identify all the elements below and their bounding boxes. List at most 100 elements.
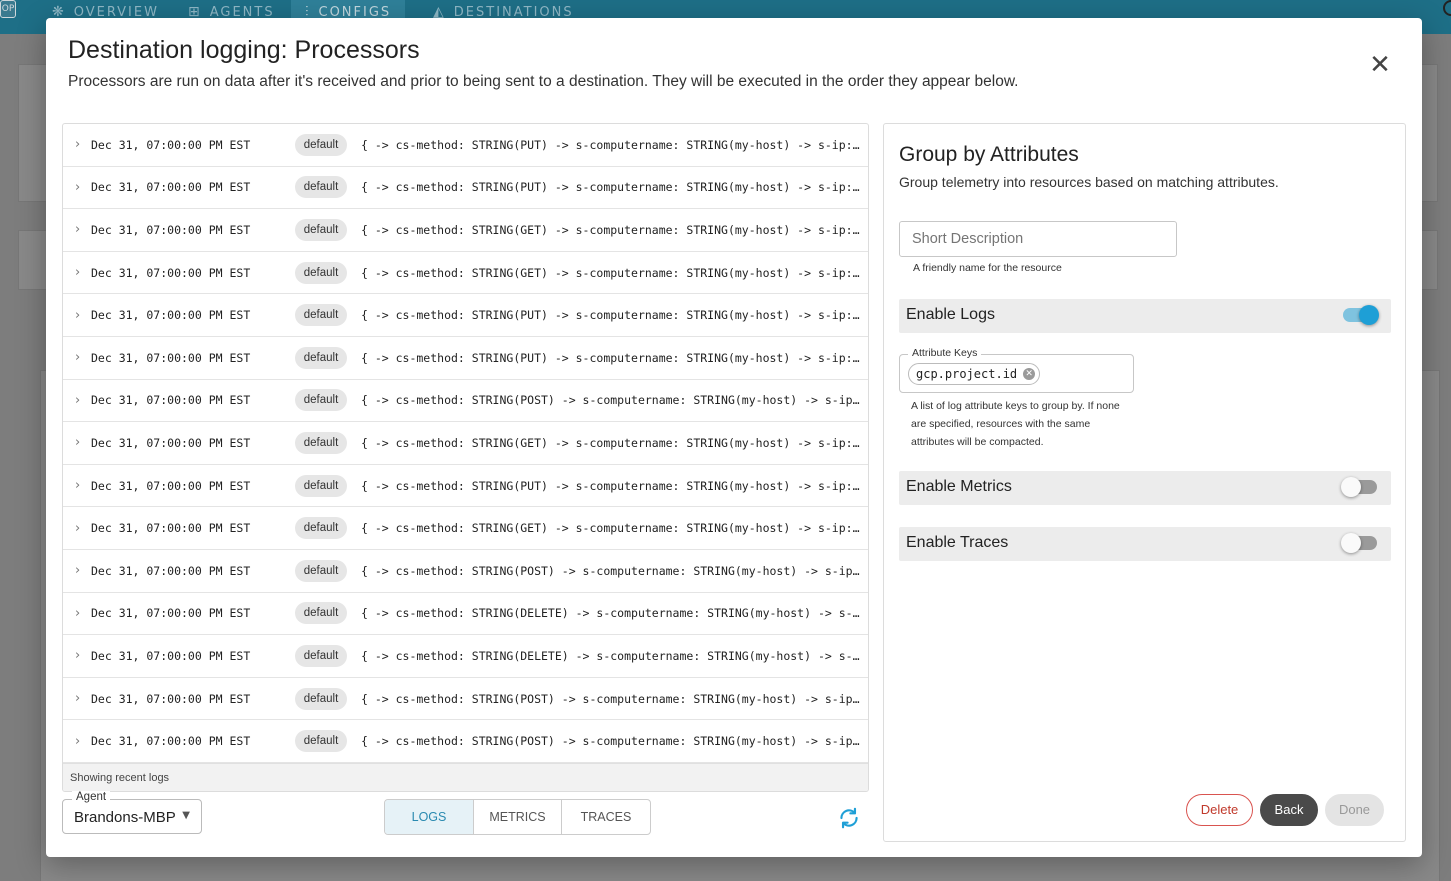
log-timestamp: Dec 31, 07:00:00 PM EST <box>91 648 251 663</box>
log-message: { -> cs-method: STRING(GET) -> s-compute… <box>361 435 866 450</box>
chevron-right-icon[interactable]: › <box>75 222 80 237</box>
processor-config-panel: Group by Attributes Group telemetry into… <box>883 123 1406 842</box>
chevron-right-icon[interactable]: › <box>75 137 80 152</box>
log-message: { -> cs-method: STRING(GET) -> s-compute… <box>361 521 866 536</box>
processor-title: Group by Attributes <box>899 143 1079 166</box>
log-row[interactable]: › Dec 31, 07:00:00 PM EST default { -> cs-m… <box>63 209 868 252</box>
log-message: { -> cs-method: STRING(DELETE) -> s-comp… <box>361 606 866 621</box>
app-logo: OP <box>0 0 16 18</box>
enable-traces-toggle[interactable] <box>1341 533 1377 553</box>
chevron-right-icon[interactable]: › <box>75 180 80 195</box>
log-message: { -> cs-method: STRING(PUT) -> s-compute… <box>361 478 866 493</box>
dialog-subtitle: Processors are run on data after it's re… <box>68 73 1019 90</box>
log-badge: default <box>295 730 347 753</box>
back-button[interactable]: Back <box>1260 794 1318 826</box>
processor-description: Group telemetry into resources based on … <box>899 174 1279 190</box>
dialog-title: Destination logging: Processors <box>68 36 420 64</box>
chevron-right-icon[interactable]: › <box>75 308 80 323</box>
log-row[interactable]: › Dec 31, 07:00:00 PM EST default { -> cs-m… <box>63 635 868 678</box>
tab-traces[interactable]: TRACES <box>562 800 650 834</box>
toggle-knob <box>1341 477 1361 497</box>
log-row[interactable]: › Dec 31, 07:00:00 PM EST default { -> cs-m… <box>63 550 868 593</box>
section-title: Enable Traces <box>906 534 1009 551</box>
log-message: { -> cs-method: STRING(POST) -> s-comput… <box>361 563 866 578</box>
toggle-knob <box>1359 305 1379 325</box>
chip-label: gcp.project.id <box>916 367 1018 381</box>
enable-traces-section: Enable Traces <box>899 527 1391 561</box>
log-timestamp: Dec 31, 07:00:00 PM EST <box>91 393 251 408</box>
log-message: { -> cs-method: STRING(PUT) -> s-compute… <box>361 137 866 152</box>
log-row[interactable]: › Dec 31, 07:00:00 PM EST default { -> cs-m… <box>63 252 868 295</box>
log-badge: default <box>295 517 347 540</box>
log-row[interactable]: › Dec 31, 07:00:00 PM EST default { -> cs-m… <box>63 593 868 636</box>
log-timestamp: Dec 31, 07:00:00 PM EST <box>91 606 251 621</box>
log-timestamp: Dec 31, 07:00:00 PM EST <box>91 521 251 536</box>
log-timestamp: Dec 31, 07:00:00 PM EST <box>91 350 251 365</box>
log-row[interactable]: › Dec 31, 07:00:00 PM EST default { -> cs-m… <box>63 337 868 380</box>
chevron-right-icon[interactable]: › <box>75 521 80 536</box>
log-timestamp: Dec 31, 07:00:00 PM EST <box>91 734 251 749</box>
log-badge: default <box>295 218 347 241</box>
telemetry-tabs: LOGS METRICS TRACES <box>384 799 651 835</box>
tab-logs[interactable]: LOGS <box>385 800 474 834</box>
log-message: { -> cs-method: STRING(POST) -> s-comput… <box>361 734 866 749</box>
log-badge: default <box>295 431 347 454</box>
chevron-right-icon[interactable]: › <box>75 563 80 578</box>
recent-logs-panel: › Dec 31, 07:00:00 PM EST default { -> cs-m… <box>62 123 869 792</box>
agent-select[interactable]: Agent Brandons-MBP ▼ <box>62 791 202 834</box>
chevron-right-icon[interactable]: › <box>75 648 80 663</box>
log-message: { -> cs-method: STRING(GET) -> s-compute… <box>361 265 866 280</box>
log-badge: default <box>295 133 347 156</box>
tab-metrics[interactable]: METRICS <box>474 800 562 834</box>
section-title: Enable Metrics <box>906 478 1012 495</box>
log-row[interactable]: › Dec 31, 07:00:00 PM EST default { -> cs-m… <box>63 124 868 167</box>
chevron-right-icon[interactable]: › <box>75 606 80 621</box>
enable-logs-section: Enable Logs <box>899 299 1391 333</box>
enable-metrics-toggle[interactable] <box>1341 477 1377 497</box>
log-timestamp: Dec 31, 07:00:00 PM EST <box>91 265 251 280</box>
log-row[interactable]: › Dec 31, 07:00:00 PM EST default { -> cs-m… <box>63 422 868 465</box>
log-row[interactable]: › Dec 31, 07:00:00 PM EST default { -> cs-m… <box>63 507 868 550</box>
close-icon[interactable]: ✕ <box>1366 51 1394 79</box>
log-timestamp: Dec 31, 07:00:00 PM EST <box>91 478 251 493</box>
log-badge: default <box>295 346 347 369</box>
log-row[interactable]: › Dec 31, 07:00:00 PM EST default { -> cs-m… <box>63 720 868 763</box>
chevron-right-icon[interactable]: › <box>75 350 80 365</box>
chevron-right-icon[interactable]: › <box>75 393 80 408</box>
log-timestamp: Dec 31, 07:00:00 PM EST <box>91 691 251 706</box>
log-row[interactable]: › Dec 31, 07:00:00 PM EST default { -> cs-m… <box>63 294 868 337</box>
log-row[interactable]: › Dec 31, 07:00:00 PM EST default { -> cs-m… <box>63 167 868 210</box>
short-description-input[interactable] <box>899 221 1177 257</box>
log-message: { -> cs-method: STRING(DELETE) -> s-comp… <box>361 648 866 663</box>
log-row[interactable]: › Dec 31, 07:00:00 PM EST default { -> cs-m… <box>63 465 868 508</box>
chevron-right-icon[interactable]: › <box>75 435 80 450</box>
log-message: { -> cs-method: STRING(GET) -> s-compute… <box>361 222 866 237</box>
attribute-keys-label: Attribute Keys <box>908 347 982 359</box>
log-row[interactable]: › Dec 31, 07:00:00 PM EST default { -> cs-m… <box>63 678 868 721</box>
attribute-keys-field[interactable]: Attribute Keys gcp.project.id ✕ <box>899 347 1134 393</box>
log-message: { -> cs-method: STRING(POST) -> s-comput… <box>361 691 866 706</box>
log-badge: default <box>295 261 347 284</box>
delete-button[interactable]: Delete <box>1186 794 1253 826</box>
log-badge: default <box>295 602 347 625</box>
refresh-icon[interactable] <box>836 805 862 831</box>
enable-logs-toggle[interactable] <box>1343 305 1379 325</box>
chevron-right-icon[interactable]: › <box>75 691 80 706</box>
log-message: { -> cs-method: STRING(PUT) -> s-compute… <box>361 350 866 365</box>
enable-metrics-section: Enable Metrics <box>899 471 1391 505</box>
chevron-right-icon[interactable]: › <box>75 265 80 280</box>
log-badge: default <box>295 644 347 667</box>
log-badge: default <box>295 176 347 199</box>
log-badge: default <box>295 304 347 327</box>
agent-select-value: Brandons-MBP <box>74 809 176 826</box>
log-badge: default <box>295 559 347 582</box>
log-row[interactable]: › Dec 31, 07:00:00 PM EST default { -> cs-m… <box>63 380 868 423</box>
section-title: Enable Logs <box>906 306 995 323</box>
account-icon[interactable] <box>1443 0 1451 16</box>
agent-select-label: Agent <box>72 791 111 803</box>
done-button[interactable]: Done <box>1325 794 1384 826</box>
toggle-knob <box>1341 533 1361 553</box>
chevron-right-icon[interactable]: › <box>75 734 80 749</box>
remove-chip-icon[interactable]: ✕ <box>1023 368 1036 380</box>
chevron-right-icon[interactable]: › <box>75 478 80 493</box>
